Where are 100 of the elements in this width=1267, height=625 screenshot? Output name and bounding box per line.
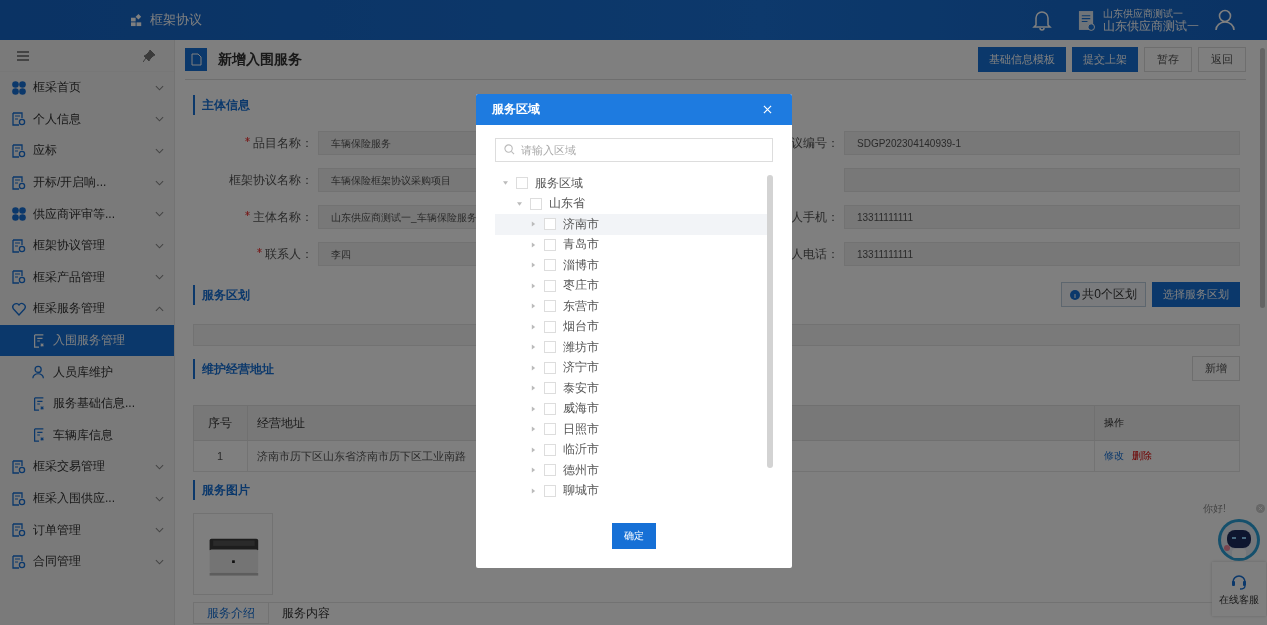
action-button[interactable]: 基础信息模板 [978,47,1066,72]
caret-right-icon[interactable] [531,323,536,330]
document-icon [12,238,26,253]
tree-item[interactable]: 淄博市 [495,255,767,276]
sidebar-subitem[interactable]: 入围服务管理 [0,324,174,357]
checkbox[interactable] [544,279,556,292]
pin-icon[interactable] [143,49,155,62]
document-icon [12,554,26,569]
bell-icon[interactable] [1032,9,1052,31]
checkbox[interactable] [544,423,556,436]
chevron-down-icon [155,242,164,249]
document-icon[interactable] [1078,9,1095,31]
checkbox[interactable] [544,238,556,251]
checkbox[interactable] [544,361,556,374]
tree-item[interactable]: 东营市 [495,296,767,317]
tree-item[interactable]: 山东省 [495,193,767,214]
caret-right-icon[interactable] [531,364,536,371]
checkbox[interactable] [544,484,556,497]
action-button[interactable]: 返回 [1198,47,1246,72]
tree-item[interactable]: 枣庄市 [495,275,767,296]
select-area-button[interactable]: 选择服务区划 [1152,282,1240,307]
checkbox[interactable] [544,341,556,354]
action-button[interactable]: 暂存 [1144,47,1192,72]
tree-item[interactable]: 济宁市 [495,357,767,378]
caret-right-icon[interactable] [531,262,536,269]
sidebar-item[interactable]: 开标/开启响... [0,166,174,199]
delete-link[interactable]: 删除 [1132,450,1152,461]
sidebar-item[interactable]: 框采入围供应... [0,482,174,515]
sidebar-item[interactable]: 框采产品管理 [0,261,174,294]
sidebar-item[interactable]: 供应商评审等... [0,198,174,230]
checkbox[interactable] [544,443,556,456]
search-icon [504,144,515,155]
close-icon[interactable] [763,105,772,114]
document-icon [12,459,26,474]
tree-item[interactable]: 临沂市 [495,439,767,460]
checkbox[interactable] [544,464,556,477]
checkbox[interactable] [516,177,528,190]
field-label: 人电话： [791,247,839,261]
caret-down-icon[interactable] [517,200,522,207]
tree-item[interactable]: 潍坊市 [495,337,767,358]
text-field[interactable]: 13311111111 [844,242,1240,266]
tree-item[interactable]: 济南市 [495,214,767,235]
caret-right-icon[interactable] [531,282,536,289]
checkbox[interactable] [544,300,556,313]
menu-icon[interactable] [17,50,29,61]
document-icon [32,396,46,411]
sidebar-item[interactable]: 框架协议管理 [0,229,174,262]
tree-item[interactable]: 服务区域 [495,173,767,194]
caret-right-icon[interactable] [531,241,536,248]
online-service-button[interactable]: 在线客服 [1212,562,1266,616]
checkbox[interactable] [544,382,556,395]
tree-item[interactable]: 青岛市 [495,234,767,255]
sidebar-item[interactable]: 框采交易管理 [0,451,174,483]
sidebar-subitem[interactable]: 人员库维护 [0,356,174,388]
confirm-button[interactable]: 确定 [612,523,656,549]
caret-right-icon[interactable] [531,344,536,351]
search-field[interactable]: 请输入区域 [495,138,773,162]
sidebar-item[interactable]: 个人信息 [0,103,174,136]
text-field[interactable]: 13311111111 [844,205,1240,229]
sidebar-item[interactable]: 应标 [0,135,174,167]
caret-right-icon[interactable] [531,446,536,453]
sidebar-subitem[interactable]: 服务基础信息... [0,387,174,420]
checkbox[interactable] [544,218,556,231]
caret-right-icon[interactable] [531,487,536,494]
action-button[interactable]: 提交上架 [1072,47,1138,72]
scrollbar[interactable] [1260,48,1265,308]
caret-right-icon[interactable] [531,405,536,412]
scrollbar[interactable] [767,175,773,468]
sidebar-item[interactable]: 框采服务管理 [0,293,174,325]
checkbox[interactable] [544,402,556,415]
sidebar-subitem[interactable]: 车辆库信息 [0,419,174,452]
checkbox[interactable] [544,320,556,333]
add-button[interactable]: 新增 [1192,356,1240,381]
field-label: 联系人： [265,247,313,261]
section-title: 维护经营地址 [193,358,274,379]
checkbox[interactable] [544,259,556,272]
column-header: 操作 [1094,405,1240,441]
sidebar-item[interactable]: 框采首页 [0,72,174,104]
sidebar-item[interactable]: 订单管理 [0,514,174,546]
count-button[interactable]: 共0个区划 [1061,282,1146,307]
checkbox[interactable] [530,197,542,210]
caret-down-icon[interactable] [503,180,508,187]
tab[interactable]: 服务内容 [269,603,343,623]
tree-item[interactable]: 烟台市 [495,316,767,337]
sidebar-item[interactable]: 合同管理 [0,545,174,578]
text-field[interactable]: SDGP202304140939-1 [844,131,1240,155]
tab[interactable]: 服务介绍 [193,603,269,624]
caret-right-icon[interactable] [531,467,536,474]
tree-item[interactable]: 聊城市 [495,480,767,501]
tree-item[interactable]: 泰安市 [495,378,767,399]
tree-item[interactable]: 日照市 [495,419,767,440]
caret-right-icon[interactable] [531,303,536,310]
caret-right-icon[interactable] [531,385,536,392]
user-icon[interactable] [1215,9,1235,31]
caret-right-icon[interactable] [531,426,536,433]
chevron-down-icon [155,148,164,154]
robot-icon[interactable] [1217,518,1261,562]
edit-link[interactable]: 修改 [1104,450,1124,461]
caret-right-icon[interactable] [531,221,536,228]
tree-label: 烟台市 [563,318,599,336]
